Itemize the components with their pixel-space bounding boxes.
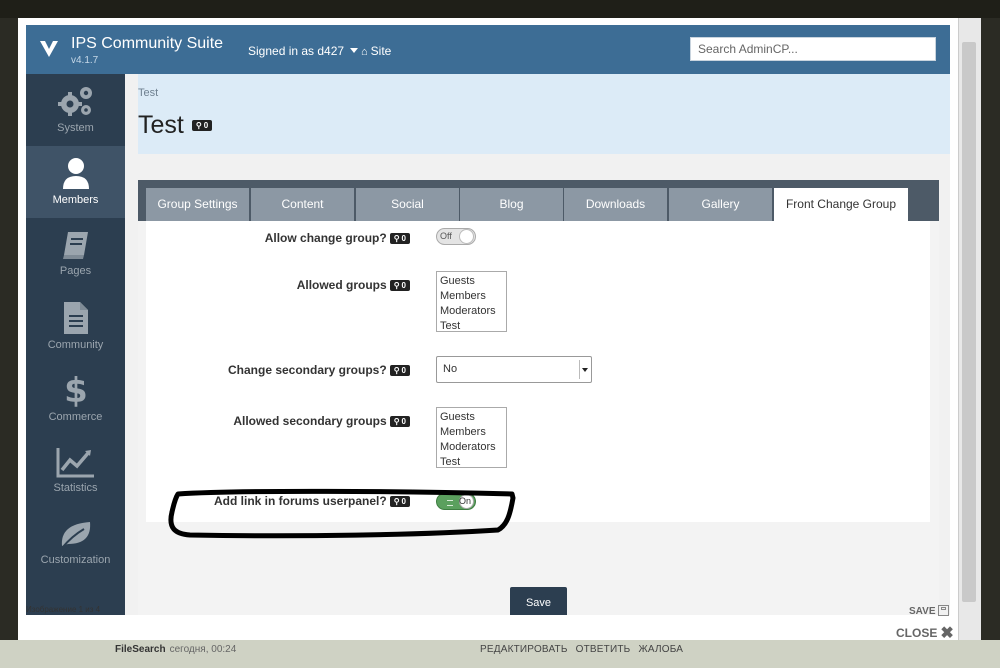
sidebar-item-pages[interactable]: Pages: [26, 219, 125, 291]
allowed-groups-select[interactable]: Guests Members Moderators Test: [436, 271, 507, 332]
search-keyword-badge[interactable]: ⚲ 0: [389, 365, 410, 377]
option-guests[interactable]: Guests: [440, 274, 503, 289]
floppy-disk-icon: [937, 605, 949, 616]
sidebar-item-label: Statistics: [53, 482, 98, 494]
option-members[interactable]: Members: [440, 289, 503, 304]
allowed-secondary-select[interactable]: Guests Members Moderators Test: [436, 407, 507, 468]
search-keyword-badge[interactable]: ⚲ 0: [389, 496, 410, 508]
background-top: [0, 0, 1000, 18]
search-keyword-badge[interactable]: ⚲ 0: [389, 416, 410, 428]
option-moderators[interactable]: Moderators: [440, 304, 503, 319]
change-secondary-select[interactable]: No: [436, 356, 592, 383]
acp-main: Test Test ⚲ 0 Group Settings Content Socia…: [125, 74, 950, 615]
option-guests[interactable]: Guests: [440, 410, 503, 425]
close-icon: ✖: [940, 625, 954, 642]
signed-in-menu[interactable]: Signed in as d427: [248, 44, 359, 58]
form-body: Allow change group? ⚲ 0 Off Allowed groups…: [146, 221, 930, 522]
settings-form: Allow change group? ⚲ 0 Off Allowed groups…: [138, 221, 939, 615]
page-title: Test ⚲ 0: [138, 111, 213, 140]
background-post-actions: РЕДАКТИРОВАТЬ ОТВЕТИТЬ ЖАЛОБА: [480, 644, 684, 655]
tabs-panel: Group Settings Content Social Blog Downl…: [138, 180, 939, 615]
allow-change-group-toggle[interactable]: Off: [436, 228, 476, 245]
chart-icon: [56, 448, 94, 478]
sidebar-item-label: Members: [52, 194, 99, 206]
lightbox-save-button[interactable]: SAVE: [909, 605, 949, 617]
add-link-toggle[interactable]: On: [436, 493, 476, 510]
ips-logo-icon: [38, 38, 60, 60]
svg-text:$: $: [64, 373, 88, 407]
search-icon: ⚲: [195, 121, 202, 130]
option-test[interactable]: Test: [440, 455, 503, 470]
tab-content[interactable]: Content: [251, 188, 354, 221]
search-icon: ⚲: [393, 417, 400, 427]
gears-icon: [57, 87, 92, 116]
document-icon: [63, 302, 88, 334]
tab-social[interactable]: Social: [356, 188, 459, 221]
search-icon: ⚲: [393, 234, 400, 244]
tab-gallery[interactable]: Gallery: [669, 188, 772, 221]
tab-blog[interactable]: Blog: [460, 188, 563, 221]
sidebar-item-commerce[interactable]: $ Commerce: [26, 363, 125, 435]
search-icon: ⚲: [393, 497, 400, 507]
sidebar-item-label: Pages: [59, 265, 92, 277]
brand-name: IPS Community Suite: [71, 35, 224, 52]
tab-front-change-group[interactable]: Front Change Group: [774, 188, 908, 221]
toggle-knob: [459, 229, 474, 244]
admincp-screenshot: IPS Community Suite v4.1.7 Signed in as …: [26, 25, 950, 615]
version-label: v4.1.7: [71, 55, 99, 66]
sidebar-item-community[interactable]: Community: [26, 291, 125, 363]
search-icon: ⚲: [393, 366, 400, 376]
lightbox-close-button[interactable]: CLOSE ✖: [896, 623, 954, 643]
option-members[interactable]: Members: [440, 425, 503, 440]
background-author: FileSearch сегодня, 00:24: [115, 644, 237, 655]
background-forum-post: FileSearch сегодня, 00:24 РЕДАКТИРОВАТЬ ОТ…: [0, 640, 1000, 668]
sidebar-item-customization[interactable]: Customization: [26, 508, 125, 580]
tab-downloads[interactable]: Downloads: [564, 188, 667, 221]
page-header: Test Test ⚲ 0: [138, 74, 950, 154]
option-moderators[interactable]: Moderators: [440, 440, 503, 455]
grip-icon: [447, 500, 453, 506]
leaf-icon: [60, 522, 90, 549]
sidebar-item-label: Community: [47, 339, 104, 351]
user-icon: [62, 158, 89, 189]
home-icon: ⌂: [361, 46, 368, 58]
sidebar-item-system[interactable]: System: [26, 74, 125, 146]
tab-group-settings[interactable]: Group Settings: [146, 188, 249, 221]
sidebar-item-label: Commerce: [48, 411, 103, 423]
acp-header: IPS Community Suite v4.1.7 Signed in as …: [26, 25, 950, 74]
chevron-down-icon: [579, 360, 589, 379]
breadcrumb[interactable]: Test: [138, 87, 158, 99]
search-icon: ⚲: [393, 281, 400, 291]
sidebar-item-label: Customization: [40, 554, 111, 566]
option-test[interactable]: Test: [440, 319, 503, 334]
lightbox-caption: Изображение 1 из 4: [26, 605, 101, 614]
sidebar-item-members[interactable]: Members: [26, 146, 125, 218]
sidebar-item-label: System: [57, 122, 94, 134]
add-link-label: Add link in forums userpanel? ⚲ 0: [214, 494, 410, 508]
sidebar-item-statistics[interactable]: Statistics: [26, 436, 125, 508]
tab-bar: Group Settings Content Social Blog Downl…: [138, 180, 939, 221]
site-link[interactable]: ⌂ Site: [361, 44, 391, 58]
search-keyword-badge[interactable]: ⚲ 0: [389, 280, 410, 292]
search-keyword-badge[interactable]: ⚲ 0: [389, 233, 410, 245]
search-input[interactable]: [690, 37, 936, 61]
page-scrollbar[interactable]: [958, 18, 981, 640]
change-secondary-label: Change secondary groups? ⚲ 0: [228, 363, 410, 377]
dollar-icon: $: [64, 373, 88, 407]
chevron-down-icon: [350, 48, 359, 53]
allowed-groups-label: Allowed groups ⚲ 0: [297, 278, 410, 292]
lightbox: IPS Community Suite v4.1.7 Signed in as …: [18, 18, 958, 640]
scrollbar-thumb[interactable]: [962, 42, 976, 602]
acp-sidebar: System Members Pages Community $ Commerc…: [26, 74, 125, 615]
save-button[interactable]: Save: [510, 587, 567, 615]
allowed-secondary-label: Allowed secondary groups ⚲ 0: [233, 414, 410, 428]
search-keyword-badge[interactable]: ⚲ 0: [191, 120, 213, 131]
book-icon: [62, 232, 88, 259]
allow-change-group-label: Allow change group? ⚲ 0: [265, 231, 410, 245]
